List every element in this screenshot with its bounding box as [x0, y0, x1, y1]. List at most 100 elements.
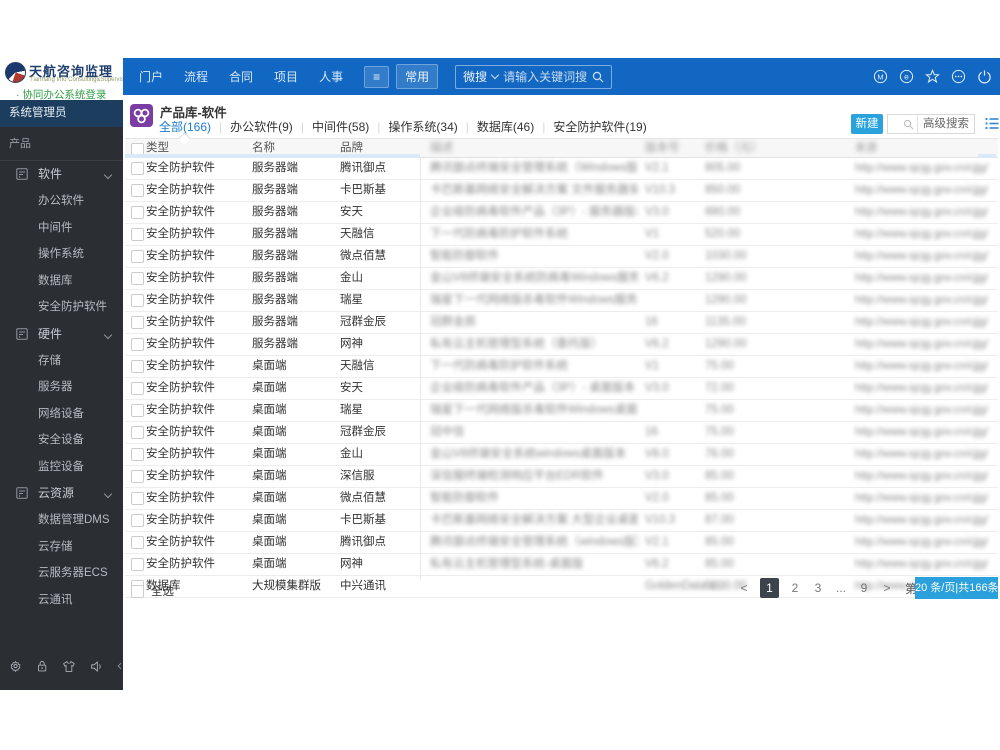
table-row[interactable]: 安全防护软件 服务器端 微点佰慧 智能防御软件 V2.0 1030.00 http://ww…	[125, 246, 998, 268]
cell-col6: 850.00	[705, 184, 741, 196]
help-e-icon[interactable]: e	[899, 69, 914, 84]
sidebar-item-服务器[interactable]: 服务器	[0, 374, 123, 401]
table-row[interactable]: 安全防护软件 服务器端 腾讯御点 腾讯御点终端安全管理系统（Windows版） V2.1…	[125, 158, 998, 180]
table-row[interactable]: 安全防护软件 桌面端 瑞星 瑞星下一代网络版杀毒软件Windows桌面版 75.00 ht…	[125, 400, 998, 422]
page-size-summary-badge[interactable]: 20 条/页|共166条	[915, 577, 999, 599]
row-checkbox[interactable]	[131, 492, 144, 505]
nav-menu-button[interactable]: ≡	[364, 65, 390, 88]
table-row[interactable]: 安全防护软件 服务器端 金山 金山V8终端安全系统防病毒Windows服务器版 V6.2…	[125, 268, 998, 290]
sidebar-item-云存储[interactable]: 云存储	[0, 534, 123, 561]
table-row[interactable]: 安全防护软件 桌面端 网神 私有云主机管理型系统-桌面版 V6.2 85.00 http:/…	[125, 554, 998, 576]
row-checkbox[interactable]	[131, 536, 144, 549]
cell-col6: 87.00	[705, 514, 734, 526]
row-checkbox[interactable]	[131, 338, 144, 351]
pager-prev[interactable]: <	[737, 581, 751, 595]
tab-数据库(46)[interactable]: 数据库(46)	[477, 118, 534, 135]
sidebar-item-数据库[interactable]: 数据库	[0, 268, 123, 295]
row-checkbox[interactable]	[131, 294, 144, 307]
sidebar-item-办公软件[interactable]: 办公软件	[0, 188, 123, 215]
table-row[interactable]: 安全防护软件 桌面端 微点佰慧 智能防御软件 V2.0 85.00 http://www.s…	[125, 488, 998, 510]
sidebar-group-硬件[interactable]: 硬件	[0, 321, 123, 348]
sidebar-item-云通讯[interactable]: 云通讯	[0, 587, 123, 614]
new-button[interactable]: 新建	[851, 114, 883, 134]
row-checkbox[interactable]	[131, 382, 144, 395]
pager-page-3[interactable]: 3	[811, 581, 825, 595]
sidebar-item-监控设备[interactable]: 监控设备	[0, 454, 123, 481]
sidebar-item-安全设备[interactable]: 安全设备	[0, 427, 123, 454]
cell-col3: 卡巴斯基	[340, 184, 386, 196]
global-search-box[interactable]: 微搜 请输入关键词搜	[455, 64, 613, 89]
cell-col7: http://www.sjcjg.gov.cn/cjjg/	[855, 382, 989, 394]
more-circle-icon[interactable]	[951, 69, 966, 84]
tab-安全防护软件(19)[interactable]: 安全防护软件(19)	[553, 118, 646, 135]
table-row[interactable]: 安全防护软件 桌面端 天融信 下一代防病毒防护软件系统 V1 75.00 http://ww…	[125, 356, 998, 378]
pager-ellipsis[interactable]: ...	[834, 581, 848, 595]
sidebar-item-中间件[interactable]: 中间件	[0, 215, 123, 242]
cell-col2: 服务器端	[252, 162, 298, 174]
table-row[interactable]: 安全防护软件 桌面端 金山 金山V8终端安全系统windows桌面版本 V8.0 76.0…	[125, 444, 998, 466]
table-row[interactable]: 安全防护软件 服务器端 安天 企业级防病毒软件产品（3P）- 服务器版本 V3.0 880…	[125, 202, 998, 224]
table-row[interactable]: 安全防护软件 桌面端 卡巴斯基 卡巴斯基网络安全解决方案 大型企业桌面防护版 - KS…	[125, 510, 998, 532]
row-checkbox[interactable]	[131, 250, 144, 263]
settings-gear-icon[interactable]	[9, 658, 22, 674]
row-checkbox[interactable]	[131, 558, 144, 571]
message-m-icon[interactable]: M	[873, 69, 888, 84]
lock-icon[interactable]	[36, 658, 48, 674]
favorite-star-icon[interactable]	[925, 69, 940, 84]
nav-common-button[interactable]: 常用	[396, 64, 439, 89]
tab-操作系统(34)[interactable]: 操作系统(34)	[388, 118, 457, 135]
sidebar-item-云服务器ECS[interactable]: 云服务器ECS	[0, 560, 123, 587]
table-row[interactable]: 安全防护软件 桌面端 冠群金辰 冠中信 16 75.00 http://www.sjcjg.…	[125, 422, 998, 444]
row-checkbox[interactable]	[131, 448, 144, 461]
row-checkbox[interactable]	[131, 514, 144, 527]
table-row[interactable]: 安全防护软件 桌面端 深信服 深信服终端检测响应平台EDR软件 V3.0 85.00 htt…	[125, 466, 998, 488]
tab-中间件(58)[interactable]: 中间件(58)	[312, 118, 369, 135]
table-row[interactable]: 安全防护软件 桌面端 腾讯御点 腾讯御点终端安全管理系统（windows版）V2.1 V…	[125, 532, 998, 554]
row-checkbox[interactable]	[131, 360, 144, 373]
nav-item-门户[interactable]: 门户	[139, 68, 163, 85]
collapse-arrow-icon[interactable]	[117, 661, 123, 671]
speaker-icon[interactable]	[90, 659, 103, 674]
row-checkbox[interactable]	[131, 184, 144, 197]
row-checkbox[interactable]	[131, 316, 144, 329]
sidebar-item-数据管理DMS[interactable]: 数据管理DMS	[0, 507, 123, 534]
nav-item-流程[interactable]: 流程	[184, 68, 208, 85]
pager-page-2[interactable]: 2	[788, 581, 802, 595]
row-checkbox[interactable]	[131, 470, 144, 483]
search-input[interactable]: 请输入关键词搜	[503, 68, 587, 85]
power-icon[interactable]	[977, 69, 992, 84]
table-row[interactable]: 安全防护软件 服务器端 天融信 下一代防病毒防护软件系统 V1 520.00 http://…	[125, 224, 998, 246]
row-checkbox[interactable]	[131, 228, 144, 241]
row-checkbox[interactable]	[131, 272, 144, 285]
advanced-search-button[interactable]: 高级搜索	[917, 115, 974, 133]
sidebar-item-网络设备[interactable]: 网络设备	[0, 401, 123, 428]
cell-col5: V2.1	[645, 162, 669, 174]
pager-page-1-active[interactable]: 1	[760, 578, 779, 598]
cell-col1: 安全防护软件	[146, 404, 215, 416]
sidebar-item-操作系统[interactable]: 操作系统	[0, 241, 123, 268]
sidebar-group-云资源[interactable]: 云资源	[0, 480, 123, 507]
nav-item-项目[interactable]: 项目	[274, 68, 298, 85]
pager-next[interactable]: >	[880, 581, 894, 595]
sidebar-item-存储[interactable]: 存储	[0, 348, 123, 375]
table-row[interactable]: 安全防护软件 服务器端 卡巴斯基 卡巴斯基网络安全解决方案 文件服务器安全防护... V…	[125, 180, 998, 202]
table-row[interactable]: 安全防护软件 服务器端 瑞星 瑞星下一代网络版杀毒软件Windows服务器版 1290.…	[125, 290, 998, 312]
search-scope-dropdown[interactable]: 微搜	[463, 68, 487, 85]
nav-item-合同[interactable]: 合同	[229, 68, 253, 85]
table-row[interactable]: 安全防护软件 服务器端 冠群金辰 冠群金辰 16 1135.00 http://www.sj…	[125, 312, 998, 334]
sidebar-item-安全防护软件[interactable]: 安全防护软件	[0, 294, 123, 321]
select-all-checkbox[interactable]	[131, 584, 144, 598]
row-checkbox[interactable]	[131, 162, 144, 175]
list-view-toggle-icon[interactable]	[985, 117, 999, 135]
tab-办公软件(9)[interactable]: 办公软件(9)	[230, 118, 293, 135]
table-search-input[interactable]	[888, 115, 903, 133]
row-checkbox[interactable]	[131, 426, 144, 439]
row-checkbox[interactable]	[131, 206, 144, 219]
table-row[interactable]: 安全防护软件 服务器端 网神 私有云主机管理型系统（委托版） V6.2 1290.00 ht…	[125, 334, 998, 356]
pager-page-9[interactable]: 9	[857, 581, 871, 595]
row-checkbox[interactable]	[131, 404, 144, 417]
sidebar-group-软件[interactable]: 软件	[0, 161, 123, 188]
theme-shirt-icon[interactable]	[62, 659, 76, 674]
table-row[interactable]: 安全防护软件 桌面端 安天 企业级防病毒软件产品（3P）- 桌面版本 V3.0 72.00…	[125, 378, 998, 400]
nav-item-人事[interactable]: 人事	[319, 68, 343, 85]
